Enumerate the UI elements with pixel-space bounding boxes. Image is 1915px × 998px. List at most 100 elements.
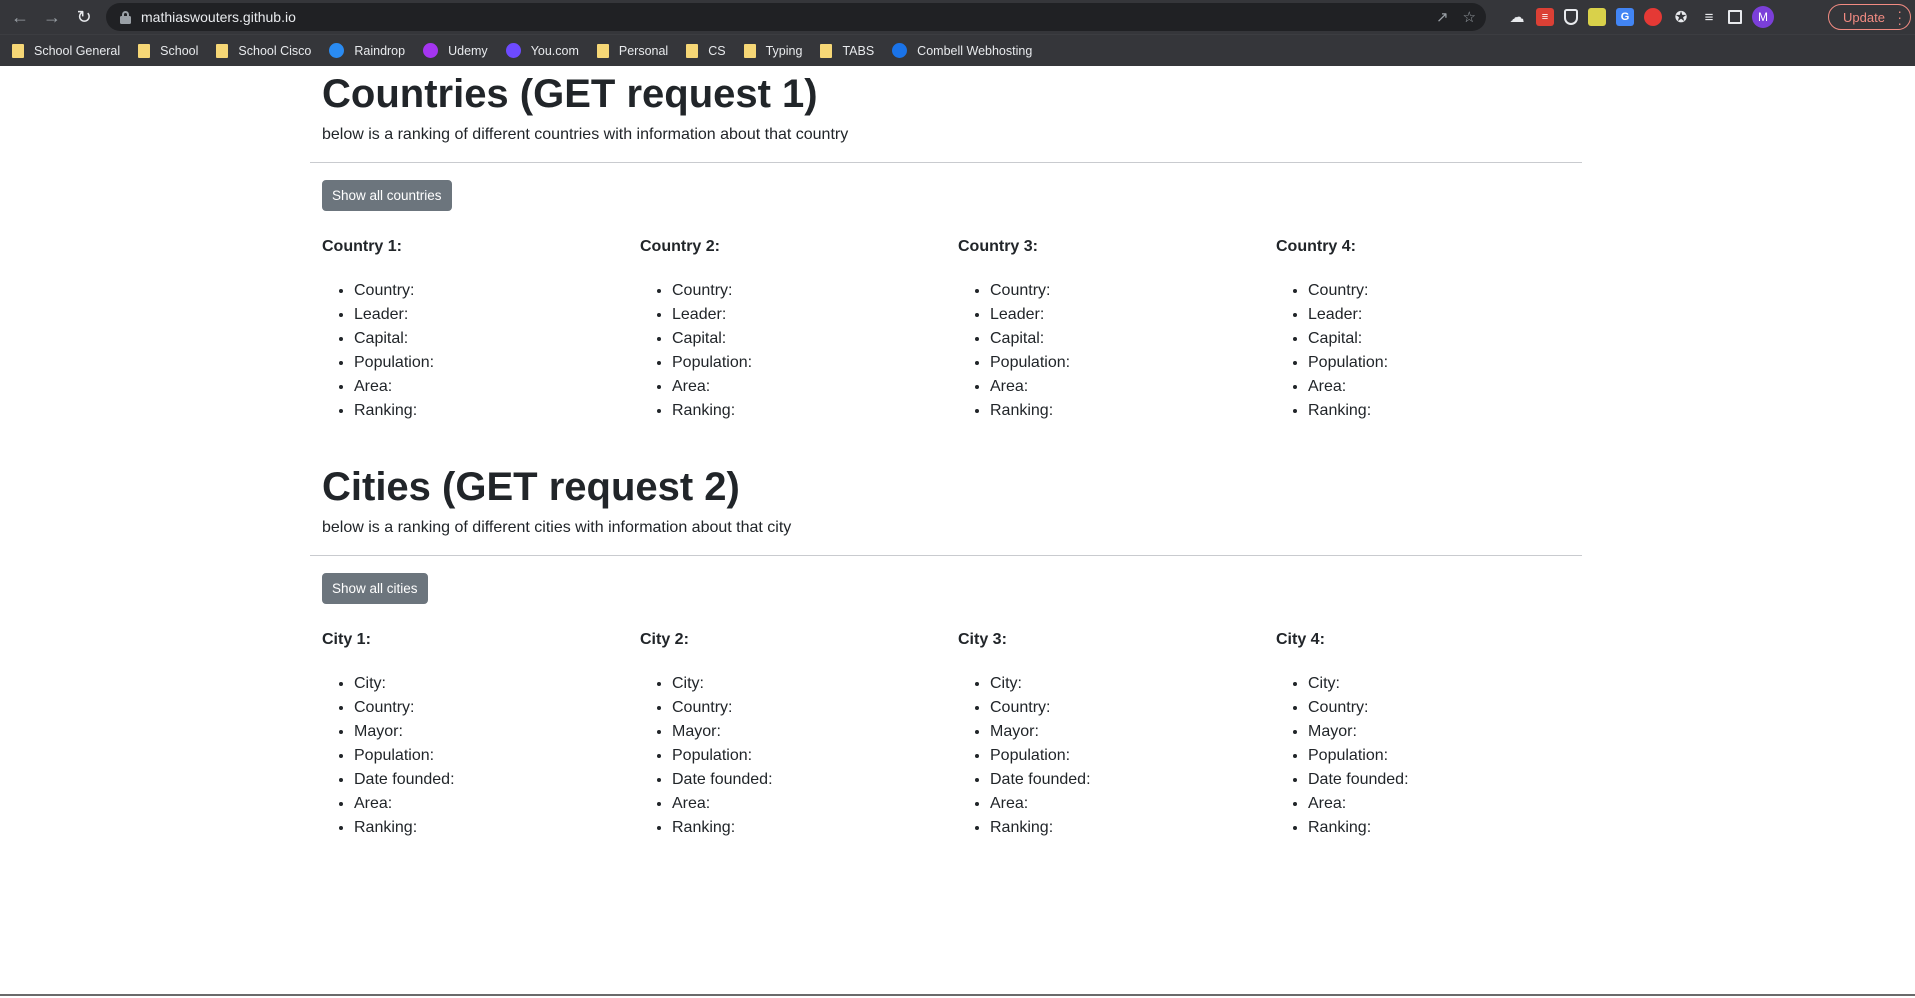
list-item: Country: bbox=[1308, 279, 1582, 303]
page-content: Countries (GET request 1) below is a ran… bbox=[0, 66, 1915, 998]
list-item: Country: bbox=[672, 279, 946, 303]
list-item: Area: bbox=[1308, 375, 1582, 399]
omnibox-actions: ↗ ☆ bbox=[1436, 3, 1476, 31]
bookmark-label: School General bbox=[34, 43, 121, 58]
bookmark-label: School bbox=[160, 43, 199, 58]
list-item: Country: bbox=[672, 696, 946, 720]
country-card-title: Country 4: bbox=[1276, 238, 1356, 255]
bookmark-item[interactable]: You.com bbox=[505, 43, 579, 58]
country-field-list: Country:Leader:Capital:Population:Area:R… bbox=[958, 279, 1264, 423]
list-item: City: bbox=[1308, 672, 1582, 696]
list-item: Ranking: bbox=[354, 399, 628, 423]
cities-divider bbox=[310, 555, 1582, 556]
list-item: Population: bbox=[354, 351, 628, 375]
country-field-list: Country:Leader:Capital:Population:Area:R… bbox=[1276, 279, 1582, 423]
list-item: Ranking: bbox=[672, 816, 946, 840]
bookmark-item[interactable]: Combell Webhosting bbox=[892, 43, 1032, 58]
list-item: Area: bbox=[354, 792, 628, 816]
list-item: Leader: bbox=[990, 303, 1264, 327]
city-field-list: City:Country:Mayor:Population:Date found… bbox=[958, 672, 1264, 840]
country-field-list: Country:Leader:Capital:Population:Area:R… bbox=[640, 279, 946, 423]
city-card-title: City 3: bbox=[958, 631, 1007, 648]
cloud-extension-icon[interactable]: ☁ bbox=[1508, 8, 1526, 26]
city-card: City 3: City:Country:Mayor:Population:Dat… bbox=[946, 631, 1264, 840]
bookmark-item[interactable]: Typing bbox=[743, 43, 802, 58]
bookmark-label: You.com bbox=[530, 43, 579, 58]
list-item: Date founded: bbox=[354, 768, 628, 792]
list-item: Population: bbox=[990, 351, 1264, 375]
share-icon[interactable]: ↗ bbox=[1436, 8, 1449, 26]
puzzle-icon[interactable]: ✪ bbox=[1672, 8, 1690, 26]
todoist-extension-icon[interactable]: ≡ bbox=[1536, 8, 1554, 26]
bookmark-item[interactable]: School Cisco bbox=[216, 43, 311, 58]
list-item: Area: bbox=[672, 375, 946, 399]
list-item: Country: bbox=[990, 696, 1264, 720]
reload-button[interactable]: ↻ bbox=[68, 1, 100, 33]
cities-title: Cities (GET request 2) bbox=[322, 465, 740, 509]
show-all-cities-button[interactable]: Show all cities bbox=[322, 573, 428, 604]
arrow-right-icon: → bbox=[43, 7, 61, 27]
country-card-title: Country 3: bbox=[958, 238, 1038, 255]
city-card: City 4: City:Country:Mayor:Population:Dat… bbox=[1264, 631, 1582, 840]
countries-section: Countries (GET request 1) below is a ran… bbox=[310, 70, 1582, 423]
bookmark-item[interactable]: CS bbox=[686, 43, 726, 58]
country-card: Country 3: Country:Leader:Capital:Populat… bbox=[946, 238, 1264, 423]
countries-lead: below is a ranking of different countrie… bbox=[322, 126, 849, 143]
red-extension-icon[interactable] bbox=[1644, 8, 1662, 26]
list-item: Country: bbox=[354, 279, 628, 303]
country-card-title: Country 1: bbox=[322, 238, 402, 255]
city-field-list: City:Country:Mayor:Population:Date found… bbox=[322, 672, 628, 840]
bookmark-item[interactable]: Personal bbox=[596, 43, 669, 58]
list-item: Ranking: bbox=[990, 399, 1264, 423]
reload-icon: ↻ bbox=[76, 7, 92, 27]
cities-lead: below is a ranking of different cities w… bbox=[322, 519, 792, 536]
list-item: Area: bbox=[672, 792, 946, 816]
list-item: Population: bbox=[990, 744, 1264, 768]
side-panel-icon[interactable] bbox=[1728, 10, 1742, 24]
forward-button[interactable]: → bbox=[36, 1, 68, 33]
browser-toolbar: ← → ↻ mathiaswouters.github.io ↗ ☆ ☁ ≡ G… bbox=[0, 0, 1915, 34]
list-item: Mayor: bbox=[672, 720, 946, 744]
back-button[interactable]: ← bbox=[4, 1, 36, 33]
profile-avatar[interactable]: M bbox=[1752, 6, 1774, 28]
raindrop-icon bbox=[329, 43, 345, 58]
more-menu-icon: · · · bbox=[1897, 3, 1902, 31]
list-item: Population: bbox=[354, 744, 628, 768]
folder-icon bbox=[138, 43, 151, 58]
country-card: Country 4: Country:Leader:Capital:Populat… bbox=[1264, 238, 1582, 423]
reading-list-icon[interactable]: ≡ bbox=[1700, 8, 1718, 26]
bitwarden-extension-icon[interactable] bbox=[1564, 9, 1578, 25]
list-item: Ranking: bbox=[1308, 816, 1582, 840]
list-item: Population: bbox=[672, 351, 946, 375]
bookmark-item[interactable]: School General bbox=[12, 43, 121, 58]
city-cards: City 1:City:Country:Mayor:Population:Dat… bbox=[310, 631, 1582, 840]
translate-extension-icon[interactable]: G bbox=[1616, 8, 1634, 26]
lock-icon bbox=[120, 10, 131, 24]
list-item: Date founded: bbox=[1308, 768, 1582, 792]
bookmark-item[interactable]: Udemy bbox=[423, 43, 488, 58]
folder-icon bbox=[12, 43, 24, 58]
folder-icon bbox=[743, 43, 756, 58]
bookmark-item[interactable]: Raindrop bbox=[329, 43, 405, 58]
folder-icon bbox=[686, 43, 699, 58]
list-item: Area: bbox=[354, 375, 628, 399]
bookmark-label: TABS bbox=[842, 43, 875, 58]
update-button[interactable]: Update · · · bbox=[1828, 4, 1911, 30]
list-item: Mayor: bbox=[990, 720, 1264, 744]
countries-title: Countries (GET request 1) bbox=[322, 72, 818, 116]
bookmark-label: Personal bbox=[618, 43, 669, 58]
list-item: Capital: bbox=[672, 327, 946, 351]
udemy-icon bbox=[423, 43, 439, 58]
bookmark-item[interactable]: TABS bbox=[820, 43, 875, 58]
bookmark-item[interactable]: School bbox=[138, 43, 199, 58]
star-icon[interactable]: ☆ bbox=[1463, 8, 1476, 26]
list-item: Ranking: bbox=[354, 816, 628, 840]
yellow-extension-icon[interactable] bbox=[1588, 8, 1606, 26]
show-all-countries-button[interactable]: Show all countries bbox=[322, 180, 452, 211]
bookmark-label: Combell Webhosting bbox=[917, 43, 1033, 58]
bookmarks-bar: School General School School Cisco Raindrop… bbox=[0, 34, 1915, 66]
cities-section: Cities (GET request 2) below is a rankin… bbox=[310, 463, 1582, 840]
list-item: Capital: bbox=[990, 327, 1264, 351]
window-bottom-border bbox=[0, 994, 1915, 996]
address-bar[interactable]: mathiaswouters.github.io ↗ ☆ bbox=[106, 3, 1486, 31]
